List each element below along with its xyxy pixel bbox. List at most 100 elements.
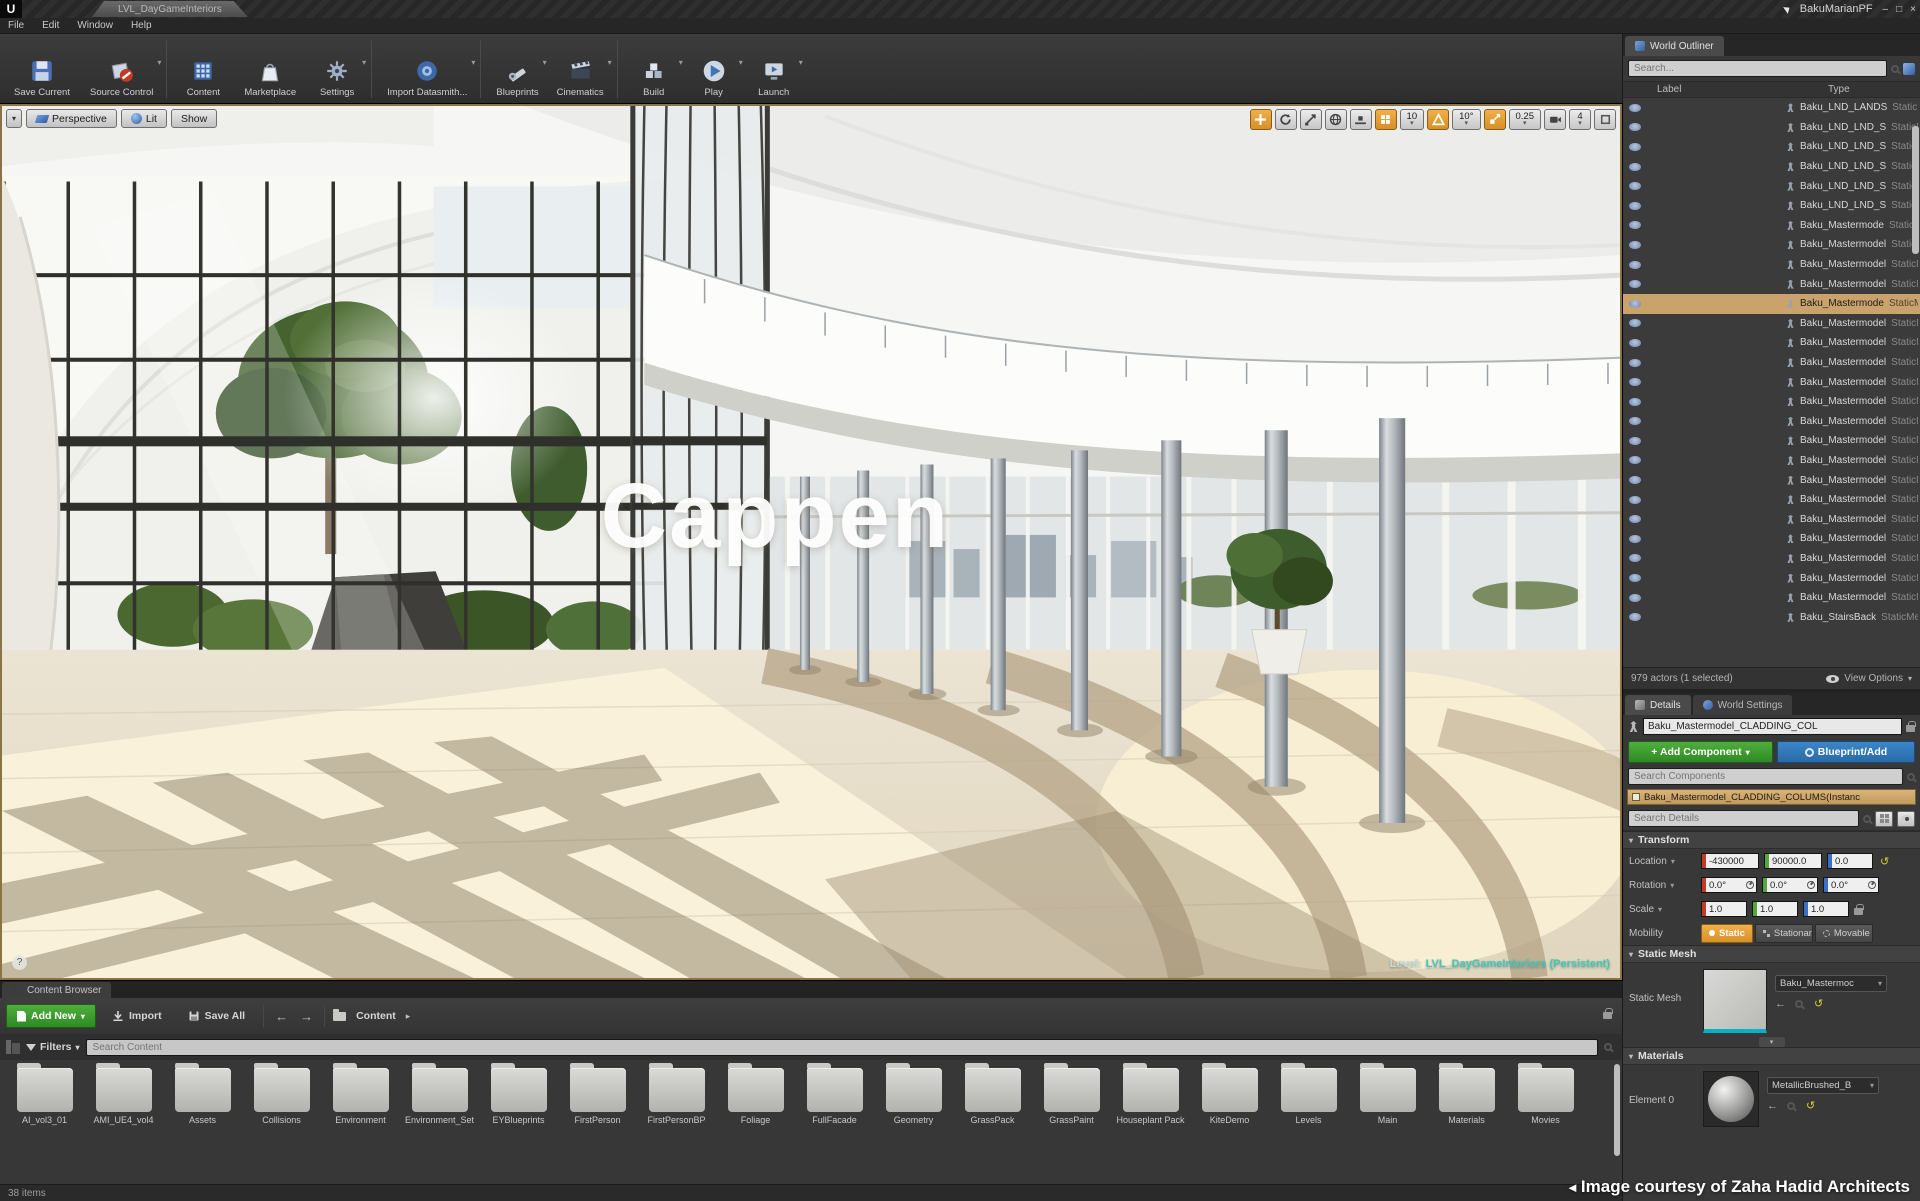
tab-details[interactable]: Details xyxy=(1625,695,1691,715)
add-component-button[interactable]: + Add Component▾ xyxy=(1628,741,1773,763)
folder-tile[interactable]: Levels xyxy=(1270,1068,1347,1135)
visibility-eye-icon[interactable] xyxy=(1629,123,1641,131)
menu-window[interactable]: Window xyxy=(77,20,113,31)
scale-z-field[interactable]: 1.0 xyxy=(1803,901,1849,917)
column-type[interactable]: Type xyxy=(1828,84,1920,95)
scale-x-field[interactable]: 1.0 xyxy=(1701,901,1747,917)
visibility-eye-icon[interactable] xyxy=(1629,613,1641,621)
move-tool-button[interactable] xyxy=(1250,109,1272,130)
add-new-button[interactable]: Add New▾ xyxy=(6,1004,96,1028)
lock-content-browser-icon[interactable] xyxy=(1603,1012,1612,1019)
camera-speed-button[interactable] xyxy=(1544,109,1566,130)
visibility-eye-icon[interactable] xyxy=(1629,202,1641,210)
build-button[interactable]: Build xyxy=(623,36,685,102)
blueprints-button[interactable]: Blueprints xyxy=(486,36,548,102)
visibility-eye-icon[interactable] xyxy=(1629,417,1641,425)
grid-snap-toggle[interactable] xyxy=(1375,109,1397,130)
back-button[interactable]: ← xyxy=(272,1009,291,1024)
search-details-input[interactable] xyxy=(1628,810,1859,827)
save-current-button[interactable]: Save Current xyxy=(4,36,80,102)
folder-tile[interactable]: FullFacade xyxy=(796,1068,873,1135)
visibility-eye-icon[interactable] xyxy=(1629,261,1641,269)
content-browser-scrollbar[interactable] xyxy=(1614,1064,1620,1156)
outliner-row[interactable]: Baku_Mastermodel StaticMeshAc xyxy=(1623,372,1920,392)
scale-snap-value[interactable]: 0.25▾ xyxy=(1509,109,1542,130)
folder-tile[interactable]: Assets xyxy=(164,1068,241,1135)
outliner-row[interactable]: Baku_Mastermodel StaticMeshAc xyxy=(1623,588,1920,608)
outliner-row[interactable]: Baku_Mastermodel StaticMeshAc xyxy=(1623,568,1920,588)
menu-help[interactable]: Help xyxy=(131,20,152,31)
visibility-eye-icon[interactable] xyxy=(1629,182,1641,190)
browse-to-material-icon[interactable] xyxy=(1787,1102,1795,1110)
menu-edit[interactable]: Edit xyxy=(42,20,59,31)
content-button[interactable]: Content xyxy=(172,36,234,102)
outliner-row[interactable]: Baku_Mastermodel StaticMeshAc xyxy=(1623,490,1920,510)
minimize-button[interactable]: – xyxy=(1883,4,1889,15)
outliner-scrollbar[interactable] xyxy=(1912,126,1919,254)
perspective-button[interactable]: Perspective xyxy=(26,109,117,128)
surface-snap-button[interactable] xyxy=(1350,109,1372,130)
outliner-row[interactable]: Baku_Mastermodel StaticMeshAc xyxy=(1623,431,1920,451)
sources-panel-toggle-icon[interactable] xyxy=(6,1040,20,1054)
cinematics-button[interactable]: Cinematics xyxy=(547,36,614,102)
outliner-search-input[interactable] xyxy=(1628,60,1887,77)
folder-tile[interactable]: AI_vol3_01 xyxy=(6,1068,83,1135)
outliner-row[interactable]: Baku_LND_LND_S StaticMeshAc xyxy=(1623,157,1920,177)
folder-tile[interactable]: Foliage xyxy=(717,1068,794,1135)
scale-tool-button[interactable] xyxy=(1300,109,1322,130)
mobility-movable-button[interactable]: Movable xyxy=(1815,924,1873,943)
source-control-button[interactable]: Source Control xyxy=(80,36,163,102)
location-label[interactable]: Location▾ xyxy=(1629,856,1701,867)
close-button[interactable]: × xyxy=(1910,4,1916,15)
outliner-row[interactable]: Baku_Mastermodel StaticMeshAc xyxy=(1623,333,1920,353)
details-lock-icon[interactable] xyxy=(1906,725,1915,732)
reset-mesh-icon[interactable]: ↺ xyxy=(1814,997,1823,1010)
visibility-eye-icon[interactable] xyxy=(1629,594,1641,602)
content-search-input[interactable] xyxy=(86,1039,1598,1056)
outliner-row[interactable]: Baku_Mastermodel StaticMeshAc xyxy=(1623,509,1920,529)
visibility-eye-icon[interactable] xyxy=(1629,319,1641,327)
tab-world-outliner[interactable]: World Outliner xyxy=(1625,36,1724,56)
rotation-label[interactable]: Rotation▾ xyxy=(1629,880,1701,891)
scale-y-field[interactable]: 1.0 xyxy=(1752,901,1798,917)
camera-speed-value[interactable]: 4▾ xyxy=(1569,109,1591,130)
folder-tile[interactable]: FirstPerson xyxy=(559,1068,636,1135)
folder-tile[interactable]: FirstPersonBP xyxy=(638,1068,715,1135)
outliner-row[interactable]: Baku_LND_LND_S StaticMeshAc xyxy=(1623,196,1920,216)
rotate-tool-button[interactable] xyxy=(1275,109,1297,130)
folder-tile[interactable]: Houseplant Pack xyxy=(1112,1068,1189,1135)
actor-name-field[interactable] xyxy=(1643,718,1902,735)
save-all-button[interactable]: Save All xyxy=(178,1004,255,1028)
view-options-button[interactable]: View Options▾ xyxy=(1826,673,1912,684)
world-local-button[interactable] xyxy=(1325,109,1347,130)
visibility-eye-icon[interactable] xyxy=(1629,535,1641,543)
scale-label[interactable]: Scale▾ xyxy=(1629,904,1701,915)
launch-button[interactable]: Launch xyxy=(743,36,805,102)
outliner-row[interactable]: Baku_Mastermode StaticMeshAc xyxy=(1623,294,1920,314)
static-mesh-section-header[interactable]: ▾Static Mesh xyxy=(1623,945,1920,963)
outliner-row[interactable]: Baku_Mastermodel StaticMeshAc xyxy=(1623,412,1920,432)
outliner-row[interactable]: Baku_Mastermodel StaticMeshAc xyxy=(1623,314,1920,334)
outliner-row[interactable]: Baku_Mastermodel StaticMeshAc xyxy=(1623,255,1920,275)
outliner-row[interactable]: Baku_Mastermodel StaticMeshAc xyxy=(1623,549,1920,569)
outliner-row[interactable]: Baku_Mastermodel StaticMeshAc xyxy=(1623,529,1920,549)
rotation-y-field[interactable]: 0.0° xyxy=(1762,877,1818,893)
folder-tile[interactable]: EYBlueprints xyxy=(480,1068,557,1135)
static-mesh-thumbnail[interactable] xyxy=(1703,969,1767,1033)
outliner-row[interactable]: Baku_Mastermodel StaticMeshAc xyxy=(1623,392,1920,412)
outliner-row[interactable]: Baku_StairsBack StaticMeshAc xyxy=(1623,607,1920,627)
static-mesh-combo[interactable]: Baku_Mastermoc▾ xyxy=(1775,975,1887,992)
source-control-caret[interactable]: ▾ xyxy=(157,58,161,67)
outliner-row[interactable]: Baku_Mastermodel StaticMeshAc xyxy=(1623,451,1920,471)
settings-button[interactable]: Settings xyxy=(306,36,368,102)
forward-button[interactable]: → xyxy=(297,1009,316,1024)
outliner-row[interactable]: Baku_LND_LANDS StaticMeshAc xyxy=(1623,98,1920,118)
rotation-snap-value[interactable]: 10°▾ xyxy=(1452,109,1480,130)
level-doc-tab[interactable]: LVL_DayGameInteriors xyxy=(92,1,248,17)
rotation-snap-toggle[interactable] xyxy=(1427,109,1449,130)
reset-material-icon[interactable]: ↺ xyxy=(1806,1099,1815,1112)
tab-content-browser[interactable]: Content Browser xyxy=(2,982,111,998)
column-label[interactable]: Label xyxy=(1623,84,1828,95)
outliner-row[interactable]: Baku_Mastermodel StaticMeshAc xyxy=(1623,353,1920,373)
transform-section-header[interactable]: ▾Transform xyxy=(1623,831,1920,849)
